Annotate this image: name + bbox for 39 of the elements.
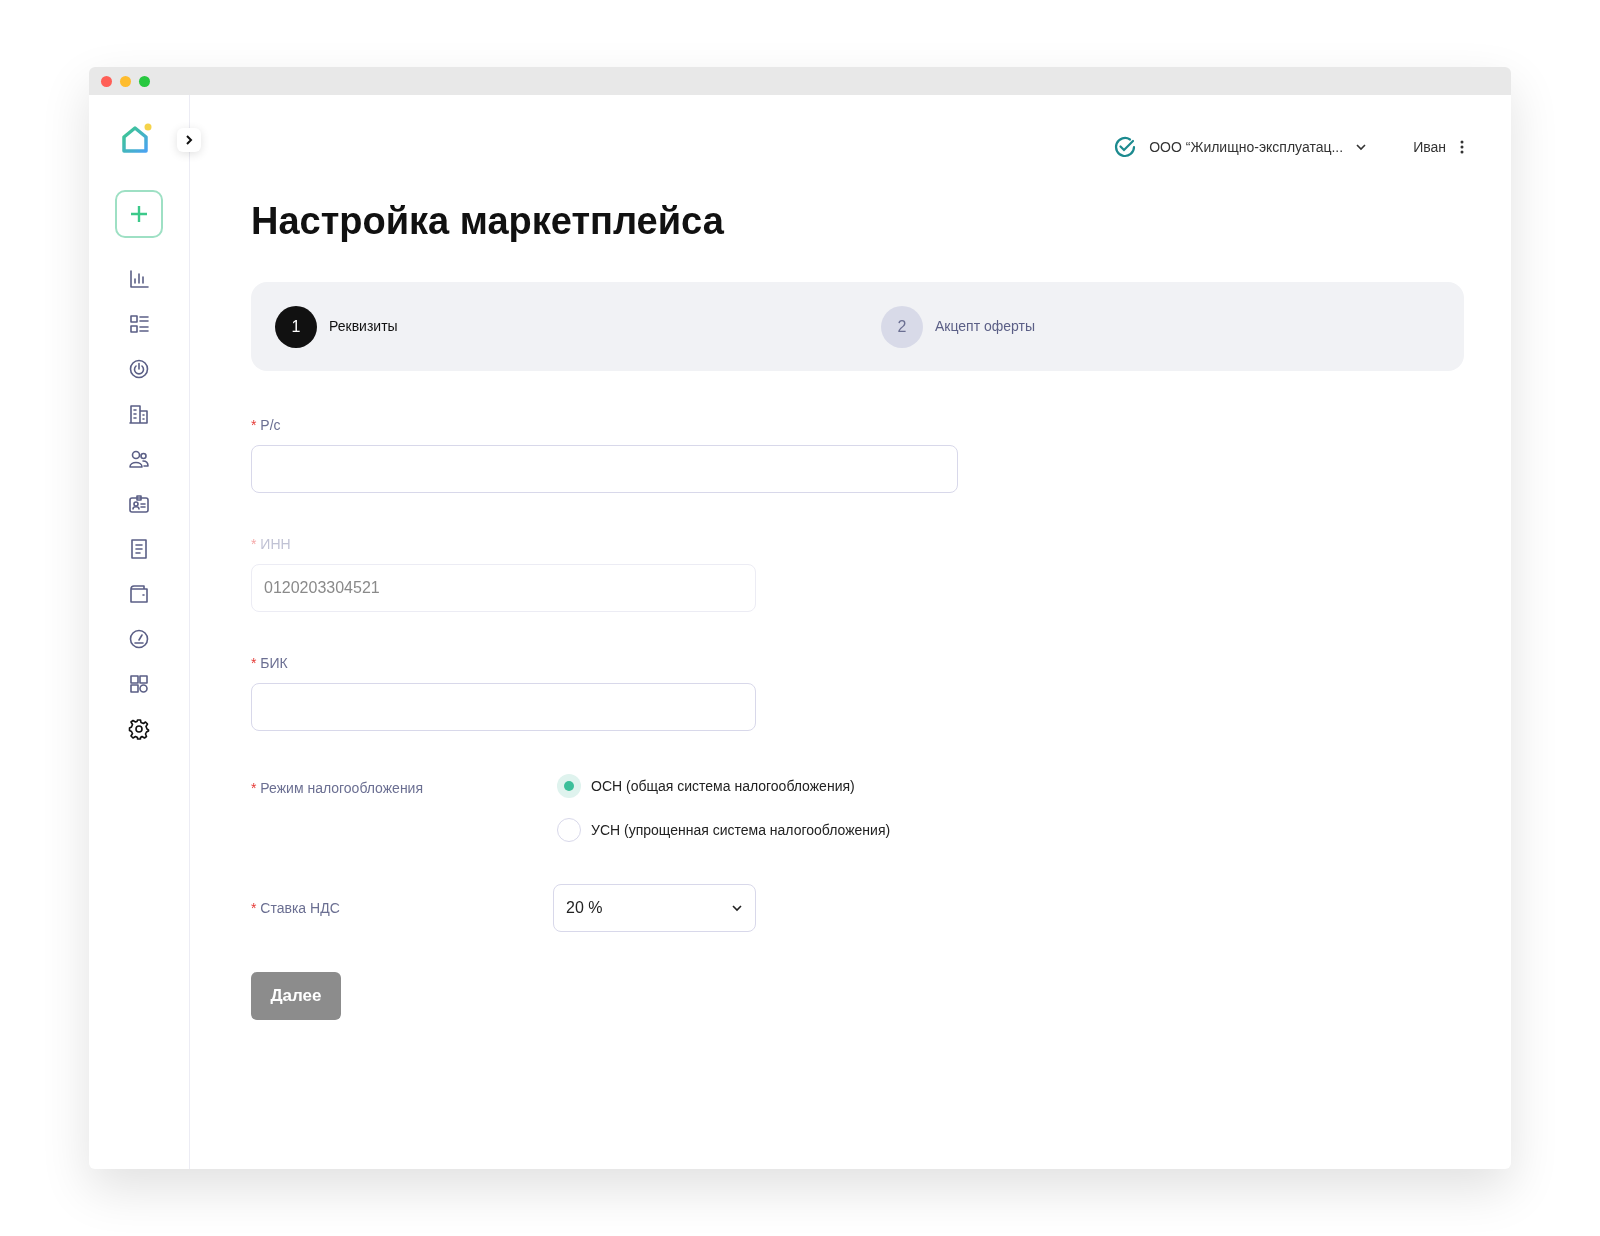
chart-icon[interactable]: [128, 268, 150, 290]
chevron-right-icon: [184, 135, 194, 145]
chevron-down-icon: [731, 902, 743, 914]
input-field[interactable]: [251, 445, 958, 493]
check-circle-icon: [1113, 135, 1138, 159]
wallet-icon[interactable]: [128, 583, 150, 605]
grid-icon[interactable]: [128, 673, 150, 695]
users-icon[interactable]: [128, 448, 150, 470]
field-label: * Режим налогообложения: [251, 779, 425, 798]
plus-icon: [129, 204, 149, 224]
list-icon[interactable]: [128, 313, 150, 335]
page-title: Настройка маркетплейса: [251, 199, 725, 244]
field-label: * БИК: [251, 654, 289, 673]
organization-dropdown[interactable]: ООО “Жилищно-эксплуатац...: [1149, 136, 1368, 158]
vat-rate-select[interactable]: 20 %: [553, 884, 756, 932]
more-icon[interactable]: [1460, 140, 1464, 154]
user-name[interactable]: Иван: [1413, 136, 1446, 158]
input-field[interactable]: [251, 683, 756, 731]
house-logo-icon[interactable]: [120, 123, 152, 155]
step-label[interactable]: Акцепт оферты: [935, 316, 1036, 337]
document-icon[interactable]: [128, 538, 150, 560]
gauge-icon[interactable]: [128, 628, 150, 650]
step-number: 2: [881, 305, 923, 348]
radio-label[interactable]: УСН (упрощенная система налогообложения): [591, 819, 891, 841]
expand-button[interactable]: [177, 128, 201, 152]
add-button[interactable]: [115, 190, 163, 238]
radio-label[interactable]: ОСН (общая система налогообложения): [591, 775, 855, 797]
field-label: * ИНН: [251, 535, 292, 554]
field-label: * Р/с: [251, 416, 282, 435]
step-label[interactable]: Реквизиты: [329, 316, 398, 337]
step-number: 1: [275, 305, 317, 348]
settings-icon[interactable]: [128, 718, 150, 740]
chevron-down-icon: [1355, 141, 1368, 153]
radio-button[interactable]: [557, 818, 581, 842]
building-icon[interactable]: [128, 403, 150, 425]
field-label: * Ставка НДС: [251, 899, 341, 918]
radio-button[interactable]: [557, 774, 581, 798]
power-icon[interactable]: [128, 358, 150, 380]
id-badge-icon[interactable]: [128, 493, 150, 515]
